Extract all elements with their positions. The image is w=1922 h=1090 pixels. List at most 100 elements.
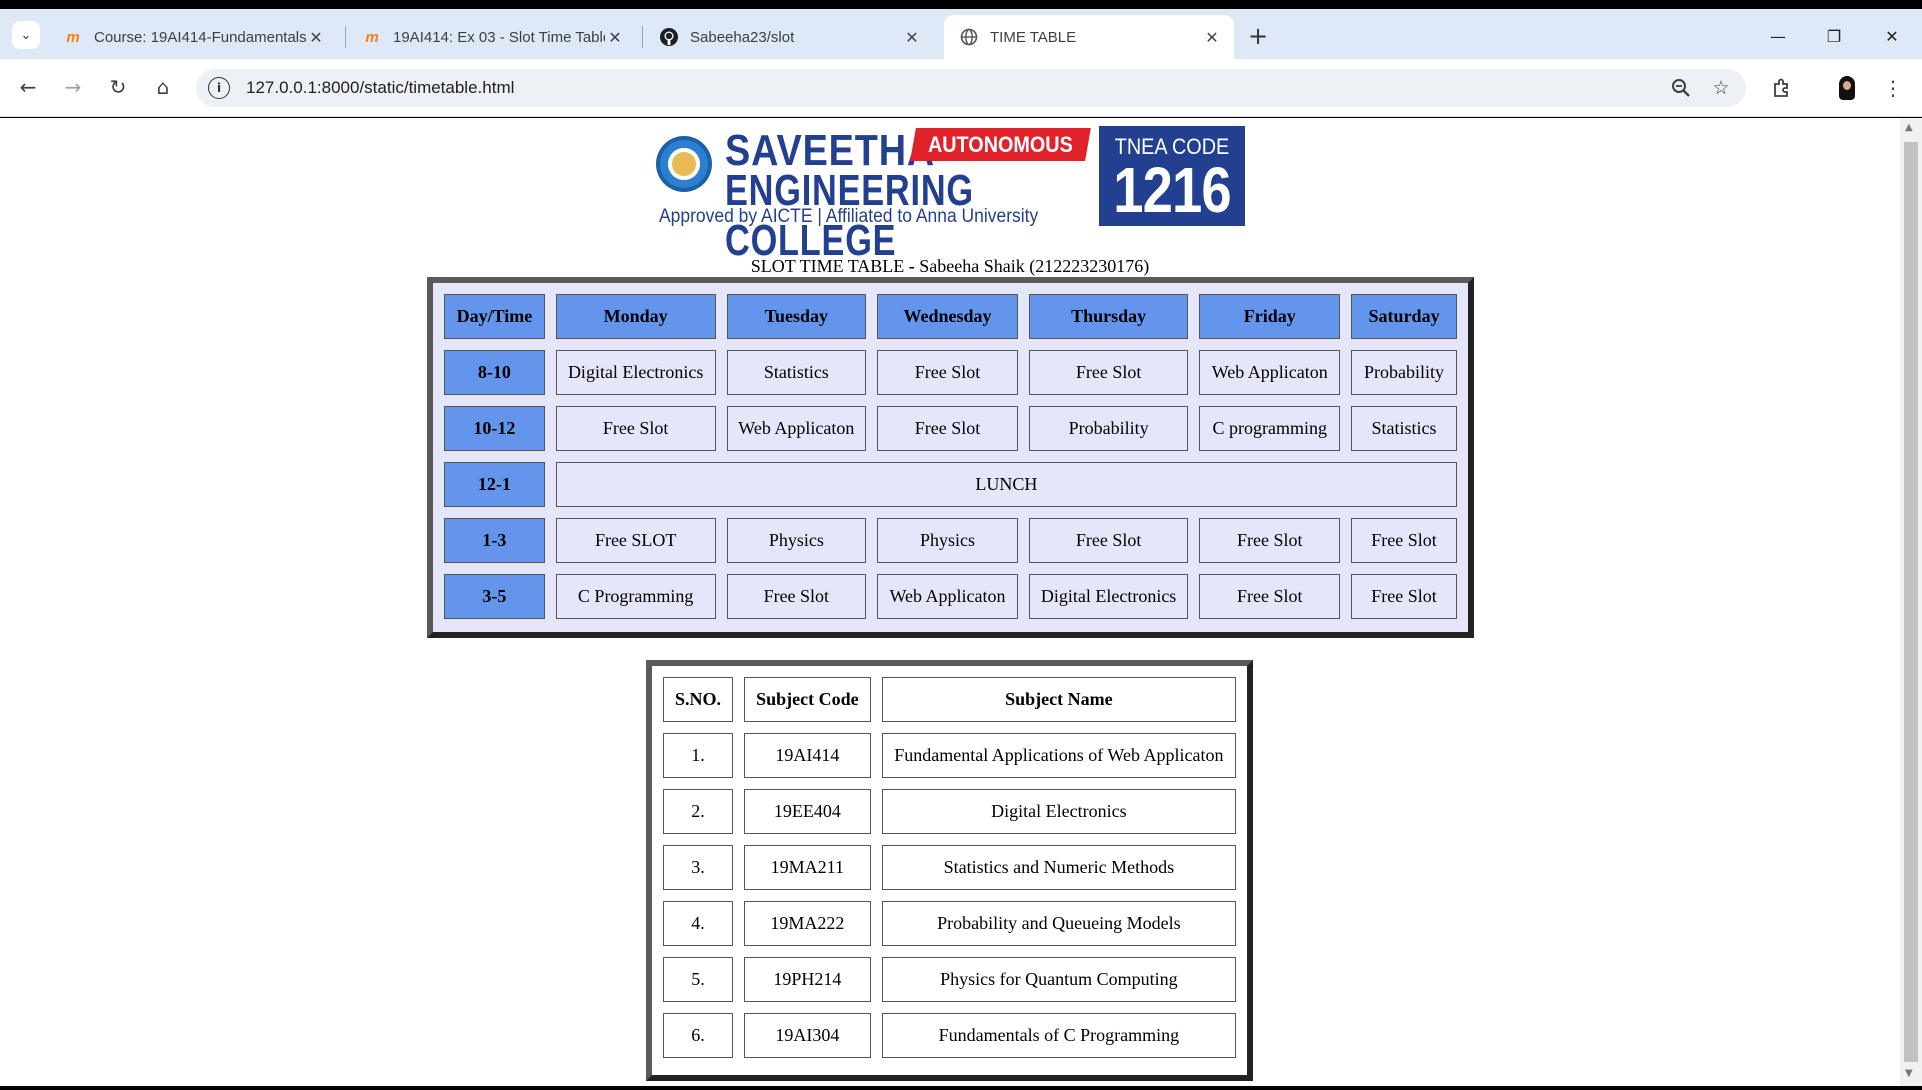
slot-cell: Free Slot — [877, 350, 1018, 395]
tab-timetable[interactable]: TIME TABLE ✕ — [944, 15, 1234, 59]
tnea-code-badge: TNEA CODE 1216 — [1099, 126, 1245, 226]
code-cell: 19MA222 — [743, 901, 871, 946]
menu-kebab-icon[interactable]: ⋮ — [1876, 71, 1910, 105]
tab-title: Sabeeha23/slot — [690, 28, 795, 46]
lunch-cell: LUNCH — [555, 462, 1457, 507]
name-cell: Digital Electronics — [881, 789, 1236, 834]
slot-cell: Free SLOT — [555, 518, 716, 563]
header-cell: Tuesday — [726, 294, 867, 339]
address-bar[interactable]: i 127.0.0.1:8000/static/timetable.html ☆ — [196, 69, 1746, 107]
slot-cell: Free Slot — [1199, 518, 1341, 563]
tab-exercise[interactable]: m 19AI414: Ex 03 - Slot Time Table ✕ — [347, 15, 637, 59]
tab-separator — [642, 26, 643, 48]
tab-course[interactable]: m Course: 19AI414-Fundamentals ✕ — [48, 15, 338, 59]
slot-cell: Web Applicaton — [1199, 350, 1341, 395]
slot-cell: Free Slot — [726, 574, 867, 619]
slot-cell: Web Applicaton — [726, 406, 867, 451]
new-tab-icon[interactable]: + — [1243, 21, 1273, 51]
name-cell: Physics for Quantum Computing — [881, 957, 1236, 1002]
close-window-icon[interactable]: ✕ — [1872, 21, 1912, 51]
caption-separator: - — [904, 256, 920, 276]
forward-arrow-icon[interactable]: → — [57, 71, 89, 103]
slot-cell: Statistics — [1351, 406, 1457, 451]
name-cell: Statistics and Numeric Methods — [881, 845, 1236, 890]
tab-github[interactable]: Sabeeha23/slot ✕ — [644, 15, 934, 59]
profile-avatar[interactable] — [1830, 71, 1864, 105]
slot-cell: Digital Electronics — [555, 350, 716, 395]
table-row: 5. 19PH214 Physics for Quantum Computing — [663, 957, 1236, 1002]
slot-cell: Free Slot — [1351, 574, 1457, 619]
scrollbar-thumb[interactable] — [1904, 142, 1918, 1062]
globe-icon — [960, 28, 978, 46]
close-icon[interactable]: ✕ — [306, 27, 326, 47]
page-scrollbar[interactable]: ▲ ▼ — [1900, 118, 1922, 1086]
tab-search-button[interactable]: ⌄ — [12, 21, 40, 49]
sno-cell: 2. — [663, 789, 733, 834]
table-row: 2. 19EE404 Digital Electronics — [663, 789, 1236, 834]
table-row: 1. 19AI414 Fundamental Applications of W… — [663, 733, 1236, 778]
caption-title: SLOT TIME TABLE — [750, 256, 905, 276]
restore-icon[interactable]: ❐ — [1814, 21, 1854, 51]
header-cell: Monday — [555, 294, 716, 339]
slot-cell: C programming — [1199, 406, 1341, 451]
header-cell: Saturday — [1351, 294, 1457, 339]
back-arrow-icon[interactable]: ← — [12, 71, 44, 103]
scroll-up-icon[interactable]: ▲ — [1905, 122, 1913, 133]
slot-cell: Free Slot — [1028, 518, 1189, 563]
college-logo: SAVEETHA AUTONOMOUS ENGINEERING COLLEGE … — [653, 126, 1245, 265]
minimize-icon[interactable]: — — [1758, 21, 1798, 51]
tab-strip: ⌄ m Course: 19AI414-Fundamentals ✕ m 19A… — [0, 9, 1922, 59]
close-icon[interactable]: ✕ — [605, 27, 625, 47]
bookmark-star-icon[interactable]: ☆ — [1706, 73, 1736, 103]
subjects-table: S.NO. Subject Code Subject Name 1. 19AI4… — [652, 666, 1247, 1069]
logo-subtitle: Approved by AICTE | Affiliated to Anna U… — [659, 206, 1039, 227]
tab-title: Course: 19AI414-Fundamentals — [94, 28, 306, 46]
name-cell: Probability and Queueing Models — [881, 901, 1236, 946]
code-cell: 19PH214 — [743, 957, 871, 1002]
header-cell: Thursday — [1028, 294, 1189, 339]
sno-cell: 4. — [663, 901, 733, 946]
time-cell: 8-10 — [444, 350, 545, 395]
code-cell: 19AI414 — [743, 733, 871, 778]
close-icon[interactable]: ✕ — [902, 27, 922, 47]
subjects-header-row: S.NO. Subject Code Subject Name — [663, 677, 1236, 722]
home-icon[interactable]: ⌂ — [147, 71, 179, 103]
table-row: 4. 19MA222 Probability and Queueing Mode… — [663, 901, 1236, 946]
subjects-frame: S.NO. Subject Code Subject Name 1. 19AI4… — [646, 660, 1253, 1081]
time-cell: 10-12 — [444, 406, 545, 451]
header-cell: Day/Time — [444, 294, 545, 339]
slot-cell: C Programming — [555, 574, 716, 619]
header-cell: Wednesday — [877, 294, 1018, 339]
table-row: 1-3 Free SLOT Physics Physics Free Slot … — [444, 518, 1457, 563]
slot-cell: Free Slot — [1351, 518, 1457, 563]
slot-cell: Free Slot — [877, 406, 1018, 451]
name-cell: Fundamental Applications of Web Applicat… — [881, 733, 1236, 778]
slot-cell: Statistics — [726, 350, 867, 395]
autonomous-badge: AUTONOMOUS — [910, 128, 1091, 161]
slot-cell: Probability — [1351, 350, 1457, 395]
table-row: 3-5 C Programming Free Slot Web Applicat… — [444, 574, 1457, 619]
page-caption: SLOT TIME TABLE - Sabeeha Shaik (2122232… — [0, 256, 1900, 277]
tab-separator — [345, 26, 346, 48]
site-info-icon[interactable]: i — [208, 77, 230, 99]
slot-cell: Physics — [726, 518, 867, 563]
name-cell: Fundamentals of C Programming — [881, 1013, 1236, 1058]
extensions-icon[interactable] — [1765, 71, 1799, 105]
code-cell: 19EE404 — [743, 789, 871, 834]
slot-cell: Free Slot — [1028, 350, 1189, 395]
table-row: 10-12 Free Slot Web Applicaton Free Slot… — [444, 406, 1457, 451]
slot-cell: Digital Electronics — [1028, 574, 1189, 619]
chevron-down-icon: ⌄ — [20, 27, 32, 43]
time-cell: 12-1 — [444, 462, 545, 507]
url-text[interactable]: 127.0.0.1:8000/static/timetable.html — [246, 78, 1666, 98]
header-cell: Subject Code — [743, 677, 871, 722]
sno-cell: 6. — [663, 1013, 733, 1058]
timetable: Day/Time Monday Tuesday Wednesday Thursd… — [433, 283, 1468, 630]
time-cell: 1-3 — [444, 518, 545, 563]
timetable-header-row: Day/Time Monday Tuesday Wednesday Thursd… — [444, 294, 1457, 339]
zoom-icon[interactable] — [1666, 73, 1696, 103]
reload-icon[interactable]: ↻ — [102, 71, 134, 103]
table-row: 12-1 LUNCH — [444, 462, 1457, 507]
close-icon[interactable]: ✕ — [1202, 27, 1222, 47]
scroll-down-icon[interactable]: ▼ — [1905, 1068, 1913, 1079]
